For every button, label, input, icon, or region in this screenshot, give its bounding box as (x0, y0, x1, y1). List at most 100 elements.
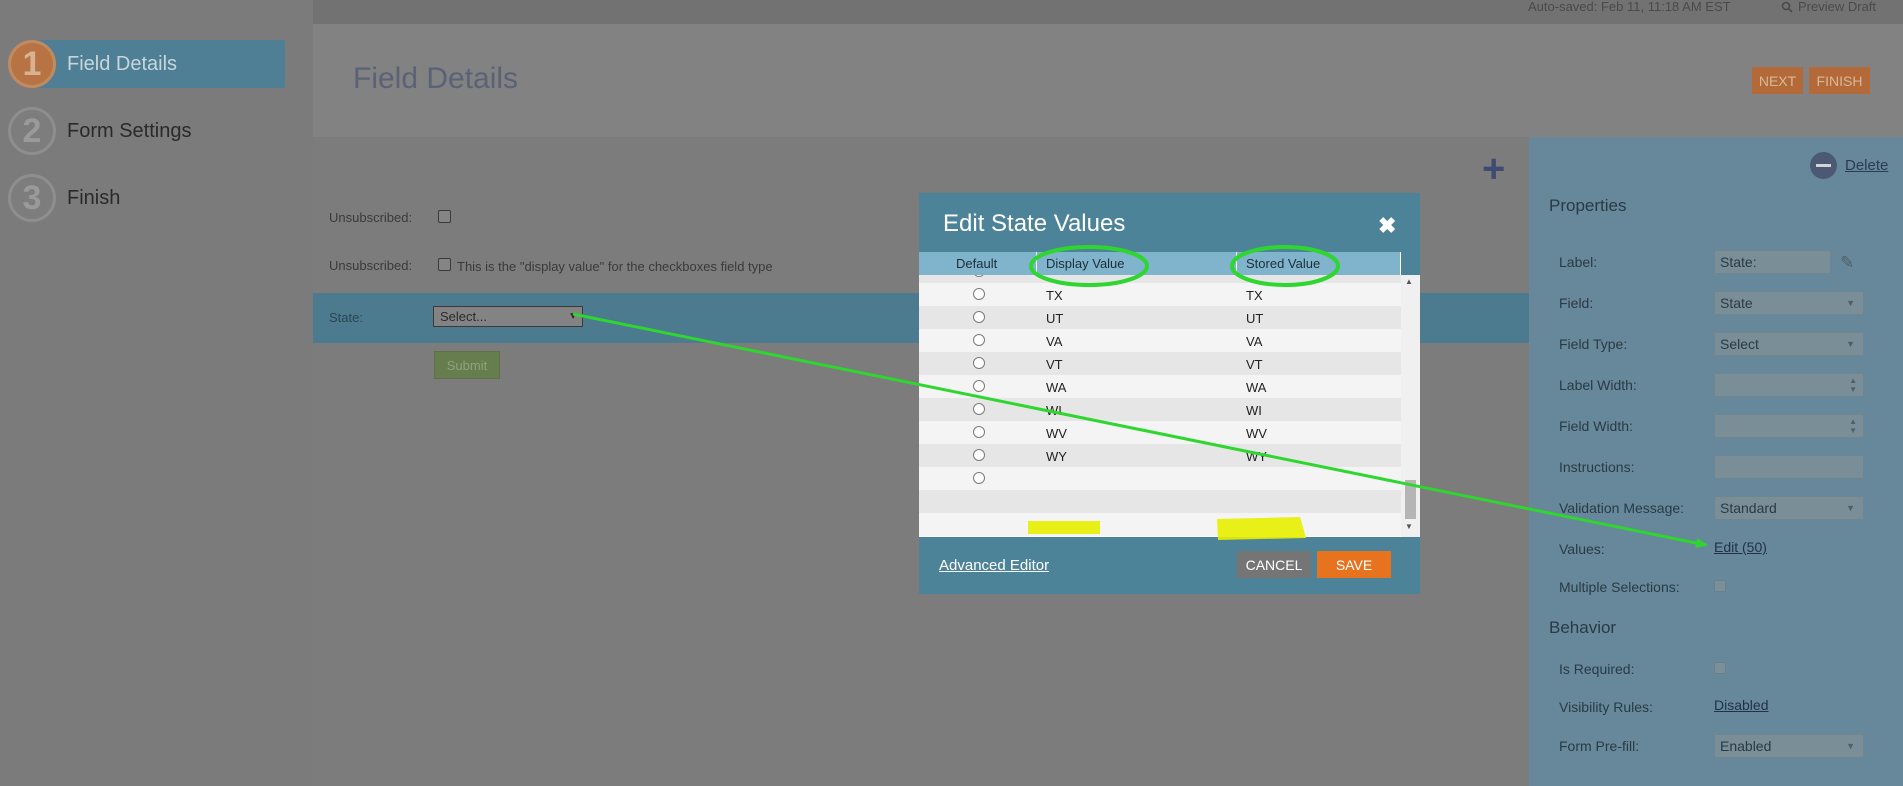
visibility-rules-link[interactable]: Disabled (1714, 697, 1768, 713)
label-input-value: State: (1720, 254, 1757, 270)
step-label: Field Details (67, 52, 178, 75)
column-header-stored-value[interactable]: Stored Value (1246, 252, 1320, 275)
unsubscribed-checkbox-2[interactable] (438, 258, 451, 271)
wizard-step-field-details[interactable]: 1 Field Details (8, 40, 285, 88)
preview-draft-link[interactable]: Preview Draft (1781, 0, 1876, 14)
default-radio[interactable] (973, 426, 985, 438)
default-radio[interactable] (973, 380, 985, 392)
submit-button[interactable]: Submit (434, 351, 500, 379)
unsubscribed-checkbox-1[interactable] (438, 210, 451, 223)
preview-label: Preview Draft (1798, 0, 1877, 14)
default-radio[interactable] (973, 275, 985, 277)
multiple-selections-checkbox[interactable] (1714, 580, 1726, 592)
modal-footer: Advanced Editor CANCEL SAVE (919, 545, 1420, 594)
advanced-editor-link[interactable]: Advanced Editor (939, 557, 1049, 574)
stored-value-cell[interactable]: WY (1246, 449, 1267, 464)
save-button[interactable]: SAVE (1317, 551, 1391, 578)
cancel-button[interactable]: CANCEL (1237, 551, 1311, 578)
state-label: State: (329, 310, 363, 325)
step-number: 3 (8, 174, 56, 222)
next-button[interactable]: NEXT (1752, 67, 1803, 94)
minus-circle-icon (1810, 152, 1837, 179)
stored-value-cell[interactable]: WA (1246, 380, 1266, 395)
stored-value-cell[interactable]: UT (1246, 311, 1263, 326)
table-row[interactable]: WI WI (919, 398, 1401, 421)
step-number: 1 (8, 40, 56, 88)
column-header-default[interactable]: Default (956, 252, 997, 275)
default-radio[interactable] (973, 311, 985, 323)
instructions-input[interactable] (1714, 455, 1864, 479)
scroll-up-icon[interactable]: ▲ (1405, 277, 1413, 286)
table-row[interactable]: UT UT (919, 306, 1401, 329)
display-value-cell[interactable]: WA (1046, 380, 1066, 395)
stored-value-cell[interactable]: VA (1246, 334, 1262, 349)
wizard-step-finish[interactable]: 3 Finish (8, 174, 285, 222)
page-title: Field Details (353, 62, 519, 95)
edit-values-link[interactable]: Edit (50) (1714, 539, 1767, 555)
table-row[interactable]: WV WV (919, 421, 1401, 444)
default-radio[interactable] (973, 288, 985, 300)
display-value-cell[interactable]: WV (1046, 426, 1067, 441)
step-label: Finish (67, 186, 121, 209)
scroll-down-icon[interactable]: ▼ (1405, 522, 1413, 531)
section-behavior: Behavior (1549, 618, 1617, 637)
stored-value-cell[interactable]: WV (1246, 426, 1267, 441)
properties-panel: Delete Properties Label: State: ✎ Field:… (1529, 137, 1903, 786)
display-value-cell[interactable]: TX (1046, 288, 1063, 303)
chevron-down-icon: ▼ (1846, 339, 1855, 349)
grid-scrollbar[interactable]: ▲ ▼ (1401, 275, 1420, 537)
display-value-cell[interactable]: VA (1046, 334, 1062, 349)
stored-value-cell[interactable]: TX (1246, 288, 1263, 303)
table-row[interactable]: WY WY (919, 444, 1401, 467)
field-dropdown[interactable]: State ▼ (1714, 291, 1864, 315)
instructions-label: Instructions: (1559, 459, 1635, 475)
display-value-cell[interactable]: UT (1046, 311, 1063, 326)
stored-value-cell[interactable]: WI (1246, 403, 1262, 418)
multiple-selections-label: Multiple Selections: (1559, 579, 1680, 595)
close-icon[interactable]: ✖ (1378, 213, 1396, 239)
display-value-cell[interactable]: WY (1046, 449, 1067, 464)
delete-button[interactable]: Delete (1810, 152, 1888, 179)
column-header-display-value[interactable]: Display Value (1046, 252, 1125, 275)
values-label: Values: (1559, 541, 1605, 557)
table-row[interactable]: VA VA (919, 329, 1401, 352)
field-width-stepper[interactable]: ▲ ▼ (1714, 414, 1864, 438)
checkbox-display-text: This is the "display value" for the chec… (457, 259, 773, 274)
form-prefill-dropdown[interactable]: Enabled ▼ (1714, 734, 1864, 758)
label-label: Label: (1559, 254, 1598, 270)
plus-icon[interactable]: + (1482, 149, 1505, 189)
table-row[interactable]: TX TX (919, 283, 1401, 306)
state-select[interactable]: Select... ▼ (433, 306, 583, 327)
table-row[interactable]: WA WA (919, 375, 1401, 398)
stored-value-cell[interactable]: VT (1246, 357, 1263, 372)
default-radio[interactable] (973, 334, 985, 346)
column-separator (1236, 252, 1237, 275)
table-row-empty (919, 513, 1401, 536)
field-width-label: Field Width: (1559, 418, 1633, 434)
is-required-checkbox[interactable] (1714, 662, 1726, 674)
default-radio[interactable] (973, 403, 985, 415)
wizard-step-form-settings[interactable]: 2 Form Settings (8, 107, 285, 155)
label-width-stepper[interactable]: ▲ ▼ (1714, 373, 1864, 397)
scroll-thumb[interactable] (1405, 480, 1416, 519)
display-value-cell[interactable]: WI (1046, 403, 1062, 418)
pencil-icon[interactable]: ✎ (1840, 253, 1854, 273)
form-prefill-label: Form Pre-fill: (1559, 738, 1640, 754)
field-type-dropdown[interactable]: Select ▼ (1714, 332, 1864, 356)
field-type-label: Field Type: (1559, 336, 1628, 352)
field-type-value: Select (1720, 336, 1759, 352)
table-row-empty[interactable] (919, 467, 1401, 490)
default-radio[interactable] (973, 357, 985, 369)
delete-label: Delete (1845, 157, 1889, 174)
default-radio[interactable] (973, 449, 985, 461)
default-radio[interactable] (973, 472, 985, 484)
visibility-rules-label: Visibility Rules: (1559, 699, 1653, 715)
validation-message-dropdown[interactable]: Standard ▼ (1714, 496, 1864, 520)
form-prefill-value: Enabled (1720, 738, 1772, 754)
display-value-cell[interactable]: VT (1046, 357, 1063, 372)
field-label: Field: (1559, 295, 1594, 311)
table-row[interactable]: VT VT (919, 352, 1401, 375)
finish-button[interactable]: FINISH (1809, 67, 1870, 94)
label-input[interactable]: State: (1714, 250, 1831, 274)
chevron-down-icon: ▼ (1846, 503, 1855, 513)
